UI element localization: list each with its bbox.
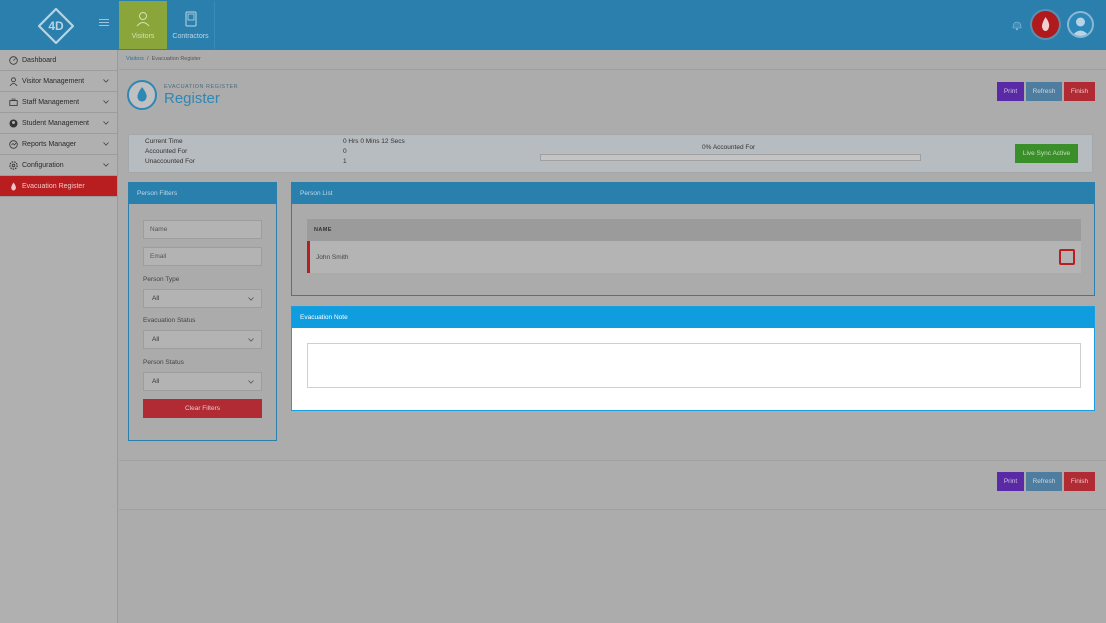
bell-icon[interactable]	[1010, 18, 1024, 32]
user-avatar-icon	[1072, 17, 1089, 36]
progress-bar	[540, 154, 921, 161]
person-type-label: Person Type	[143, 276, 180, 283]
top-bar: 4D Visitors Contractors	[0, 0, 1106, 50]
breadcrumb-separator: /	[147, 56, 149, 62]
accounted-label: Accounted For	[145, 148, 188, 155]
menu-toggle-icon[interactable]	[99, 19, 109, 29]
avatar[interactable]	[1067, 11, 1094, 38]
current-time-value: 0 Hrs 0 Mins 12 Secs	[343, 138, 405, 145]
sidebar-item-label: Reports Manager	[22, 140, 77, 148]
status-panel: Current Time Accounted For Unaccounted F…	[128, 134, 1093, 173]
chevron-down-icon	[103, 142, 109, 146]
sidebar-item-configuration[interactable]: Configuration	[0, 155, 117, 176]
person-status-label: Person Status	[143, 359, 184, 366]
tab-visitors-label: Visitors	[131, 33, 155, 40]
select-value: All	[152, 378, 160, 385]
name-input[interactable]: Name	[143, 220, 262, 239]
sidebar-item-student-management[interactable]: Student Management	[0, 113, 117, 134]
sidebar-item-label: Configuration	[22, 161, 64, 169]
tab-visitors[interactable]: Visitors	[119, 1, 167, 49]
sidebar-item-label: Staff Management	[22, 98, 80, 106]
person-list-panel: Person List NAME John Smith	[291, 182, 1095, 296]
unaccounted-value: 1	[343, 158, 347, 165]
finish-button[interactable]: Finish	[1064, 82, 1095, 101]
svg-text:4D: 4D	[48, 19, 64, 33]
person-name: John Smith	[316, 253, 349, 261]
flame-icon	[11, 182, 16, 190]
page-title-icon	[127, 80, 157, 110]
staff-icon	[9, 98, 18, 106]
chevron-down-icon	[248, 297, 254, 301]
page-title: Register	[164, 90, 220, 107]
progress-label: 0% Accounted For	[702, 144, 756, 151]
select-value: All	[152, 336, 160, 343]
panel-title: Evacuation Note	[292, 307, 1094, 328]
unaccounted-label: Unaccounted For	[145, 158, 195, 165]
chevron-down-icon	[103, 121, 109, 125]
bottom-actions: Print Refresh Finish	[119, 460, 1106, 510]
finish-button-bottom[interactable]: Finish	[1064, 472, 1095, 491]
sidebar-item-label: Dashboard	[22, 56, 57, 64]
print-button[interactable]: Print	[997, 82, 1024, 101]
chevron-down-icon	[103, 163, 109, 167]
divider	[119, 69, 1106, 70]
evacuation-status-select[interactable]: All	[143, 330, 262, 349]
evacuation-alarm-button[interactable]	[1032, 11, 1059, 38]
visitor-icon	[9, 76, 18, 86]
chevron-down-icon	[248, 380, 254, 384]
drop-icon	[137, 87, 147, 102]
sidebar-item-evacuation-register[interactable]: Evacuation Register	[0, 176, 117, 197]
main-content: Visitors / Evacuation Register EVACUATIO…	[119, 50, 1106, 623]
flame-icon	[1041, 17, 1050, 31]
select-value: All	[152, 295, 160, 302]
evacuation-status-label: Evacuation Status	[143, 317, 196, 324]
chevron-down-icon	[103, 100, 109, 104]
sidebar-item-visitor-management[interactable]: Visitor Management	[0, 71, 117, 92]
sidebar-item-staff-management[interactable]: Staff Management	[0, 92, 117, 113]
refresh-button-bottom[interactable]: Refresh	[1026, 472, 1062, 491]
person-type-select[interactable]: All	[143, 289, 262, 308]
breadcrumb-current: Evacuation Register	[151, 56, 201, 62]
document-icon	[185, 11, 196, 27]
user-icon	[136, 12, 150, 27]
email-input[interactable]: Email	[143, 247, 262, 266]
gear-icon	[9, 160, 18, 170]
sidebar-item-reports-manager[interactable]: Reports Manager	[0, 134, 117, 155]
reports-icon	[9, 139, 18, 149]
student-icon	[9, 119, 18, 127]
person-status-select[interactable]: All	[143, 372, 262, 391]
print-button-bottom[interactable]: Print	[997, 472, 1024, 491]
chevron-down-icon	[248, 338, 254, 342]
logo-icon[interactable]: 4D	[38, 8, 74, 44]
table-row[interactable]: John Smith	[307, 241, 1081, 273]
column-header-name[interactable]: NAME	[307, 219, 1081, 241]
evacuation-note-textarea[interactable]	[307, 343, 1081, 388]
tab-contractors[interactable]: Contractors	[167, 1, 215, 49]
refresh-button[interactable]: Refresh	[1026, 82, 1062, 101]
accounted-value: 0	[343, 148, 347, 155]
tab-contractors-label: Contractors	[172, 33, 209, 40]
sidebar-item-label: Student Management	[22, 119, 89, 127]
sidebar-item-label: Visitor Management	[22, 77, 85, 85]
dashboard-icon	[9, 55, 18, 65]
sidebar-item-label: Evacuation Register	[22, 182, 85, 190]
accounted-checkbox[interactable]	[1059, 249, 1075, 265]
panel-title: Person List	[292, 183, 1094, 204]
current-time-label: Current Time	[145, 138, 183, 145]
sidebar-item-dashboard[interactable]: Dashboard	[0, 50, 117, 71]
panel-title: Person Filters	[129, 183, 276, 204]
live-sync-button[interactable]: Live Sync Active	[1015, 144, 1078, 163]
sidebar: Dashboard Visitor Management Staff Manag…	[0, 50, 118, 623]
evacuation-note-panel: Evacuation Note	[291, 306, 1095, 411]
breadcrumb: Visitors / Evacuation Register	[126, 56, 201, 62]
clear-filters-button[interactable]: Clear Filters	[143, 399, 262, 418]
breadcrumb-link-visitors[interactable]: Visitors	[126, 56, 144, 62]
person-filters-panel: Person Filters Name Email Person Type Al…	[128, 182, 277, 441]
chevron-down-icon	[103, 79, 109, 83]
